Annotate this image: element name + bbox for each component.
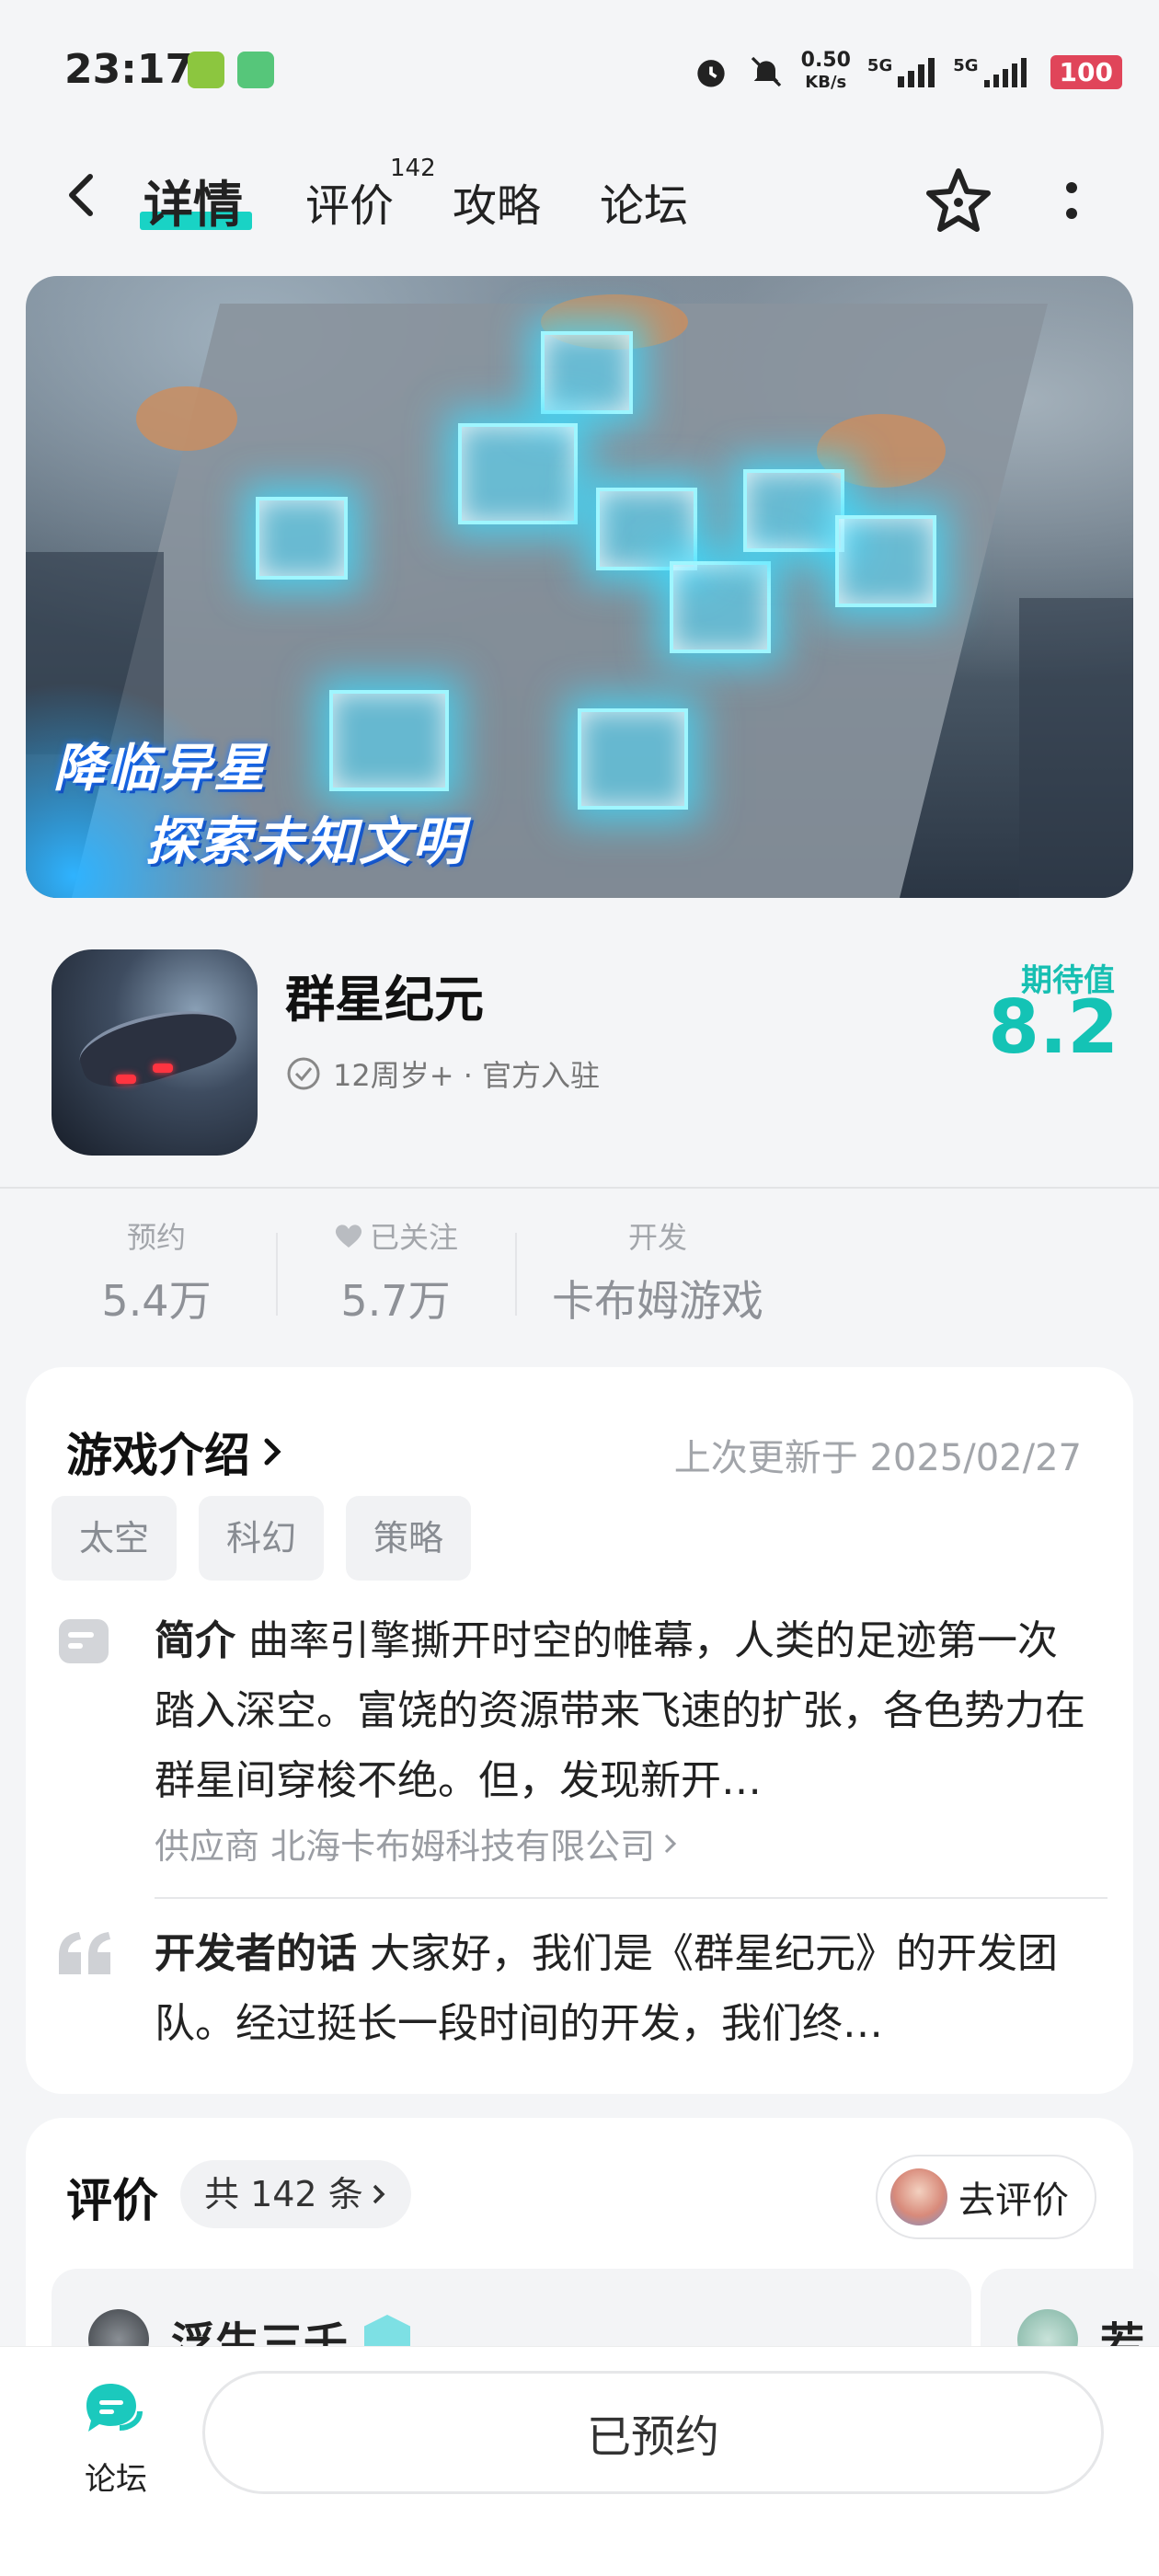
stat-value: 5.4万: [101, 1276, 212, 1326]
engine-light: [116, 1075, 136, 1084]
hotspot-icon: [237, 52, 274, 88]
forum-label[interactable]: 论坛: [85, 2454, 147, 2499]
stat-developer[interactable]: 开发 卡布姆游戏: [543, 1214, 773, 1328]
favorite-star-icon[interactable]: [922, 164, 995, 237]
spaceship-graphic: [73, 991, 242, 1101]
age-rating-text: 12周岁+ · 官方入驻: [333, 1058, 601, 1093]
glowing-cube: [578, 708, 688, 810]
stat-label: 预约: [126, 1220, 186, 1255]
reviews-title: 评价: [66, 2174, 158, 2227]
tag-strategy[interactable]: 策略: [346, 1496, 472, 1581]
write-review-label: 去评价: [958, 2179, 1069, 2222]
quote-icon: [59, 1932, 110, 1974]
glowing-cube: [596, 488, 697, 570]
verified-check-icon: [287, 1057, 320, 1090]
forum-chat-icon[interactable]: [79, 2380, 145, 2439]
glowing-cube: [329, 690, 449, 791]
expectation-score: 8.2: [988, 984, 1119, 1070]
game-title: 群星纪元: [285, 971, 484, 1029]
section-divider: [0, 1187, 1159, 1189]
card-divider: [155, 1897, 1107, 1899]
game-app-icon: [52, 949, 258, 1156]
glowing-cube: [835, 515, 936, 607]
review-count-text: 共 142 条: [204, 2174, 363, 2214]
glowing-cube: [458, 423, 578, 524]
tag-scifi[interactable]: 科幻: [199, 1496, 325, 1581]
review-count-badge: 142: [390, 155, 436, 182]
back-arrow-icon[interactable]: [55, 167, 110, 223]
intro-title: 游戏介绍: [66, 1429, 250, 1482]
mute-bell-icon: [751, 56, 781, 87]
stat-followers[interactable]: 已关注 5.7万: [313, 1214, 478, 1328]
chevron-right-icon: [373, 2184, 385, 2204]
supplier-link[interactable]: 供应商 北海卡布姆科技有限公司: [155, 1818, 679, 1869]
net-speed-value: 0.50: [800, 49, 851, 72]
chevron-right-icon: [665, 1834, 677, 1853]
summary-text[interactable]: 简介 曲率引擎撕开时空的帷幕，人类的足迹第一次踏入深空。富饶的资源带来飞速的扩张…: [155, 1606, 1093, 1816]
user-avatar: [890, 2168, 947, 2225]
tag-space[interactable]: 太空: [52, 1496, 178, 1581]
banner-slogan-1: 降临异星: [53, 739, 267, 799]
glowing-cube: [670, 561, 771, 653]
cliff-shadow: [1019, 598, 1133, 898]
glowing-cube: [743, 469, 844, 552]
app-notification-icon: [188, 52, 224, 88]
engine-light: [153, 1064, 173, 1073]
signal-bars-icon: [983, 58, 1027, 87]
tab-reviews[interactable]: 评价: [305, 169, 394, 234]
summary-label: 简介: [155, 1617, 235, 1664]
tab-forum[interactable]: 论坛: [600, 169, 688, 234]
stat-label: 开发: [627, 1220, 687, 1255]
signal-2-label: 5G: [953, 56, 979, 75]
signal-1: 5G: [867, 56, 936, 87]
last-updated: 上次更新于 2025/02/27: [673, 1437, 1082, 1479]
status-bar: 23:17 0.50 KB/s 5G 5G 100: [0, 0, 1159, 138]
signal-bars-icon: [898, 58, 935, 87]
intro-title-link[interactable]: 游戏介绍: [66, 1419, 285, 1485]
glowing-cube: [256, 497, 348, 580]
top-nav: 详情 评价 142 攻略 论坛: [0, 147, 1159, 248]
glowing-cube: [541, 331, 633, 414]
stat-value: 5.7万: [340, 1276, 451, 1326]
stat-label-row: 已关注: [313, 1214, 478, 1257]
status-right: 0.50 KB/s 5G 5G 100: [691, 50, 1122, 94]
chevron-right-icon: [264, 1438, 281, 1466]
game-banner[interactable]: 降临异星 探索未知文明: [26, 276, 1133, 898]
stat-separator: [515, 1233, 517, 1316]
game-meta: 12周岁+ · 官方入驻: [285, 1052, 600, 1095]
terrain-patch: [136, 386, 237, 451]
game-intro-card: 游戏介绍 上次更新于 2025/02/27 太空 科幻 策略 简介 曲率引擎撕开…: [26, 1367, 1133, 2094]
tab-details[interactable]: 详情: [143, 164, 243, 236]
summary-body: 曲率引擎撕开时空的帷幕，人类的足迹第一次踏入深空。富饶的资源带来飞速的扩张，各色…: [155, 1617, 1085, 1804]
bottom-action-bar: 论坛 已预约: [0, 2346, 1159, 2576]
stat-value: 卡布姆游戏: [552, 1276, 763, 1326]
reserved-button[interactable]: 已预约: [202, 2371, 1104, 2494]
alarm-icon: [696, 60, 725, 87]
signal-1-label: 5G: [866, 56, 893, 75]
heart-icon: [335, 1225, 362, 1248]
stat-label: 已关注: [369, 1220, 458, 1255]
stat-separator: [276, 1233, 278, 1316]
net-speed: 0.50 KB/s: [801, 50, 851, 94]
review-count-chip[interactable]: 共 142 条: [180, 2160, 411, 2228]
developer-note[interactable]: 开发者的话 大家好，我们是《群星纪元》的开发团队。经过挺长一段时间的开发，我们终…: [155, 1919, 1093, 2059]
stat-reservations: 预约 5.4万: [92, 1214, 221, 1328]
tab-guides[interactable]: 攻略: [453, 169, 541, 234]
supplier-text: 供应商 北海卡布姆科技有限公司: [155, 1826, 656, 1867]
summary-doc-icon: [59, 1619, 109, 1663]
signal-2: 5G: [953, 56, 1033, 87]
clock: 23:17: [64, 46, 194, 93]
battery-indicator: 100: [1050, 54, 1122, 89]
developer-note-label: 开发者的话: [155, 1930, 357, 1977]
write-review-button[interactable]: 去评价: [876, 2155, 1096, 2239]
banner-slogan-2: 探索未知文明: [145, 812, 465, 872]
net-speed-unit: KB/s: [805, 73, 847, 92]
more-options-icon[interactable]: [1058, 175, 1085, 230]
